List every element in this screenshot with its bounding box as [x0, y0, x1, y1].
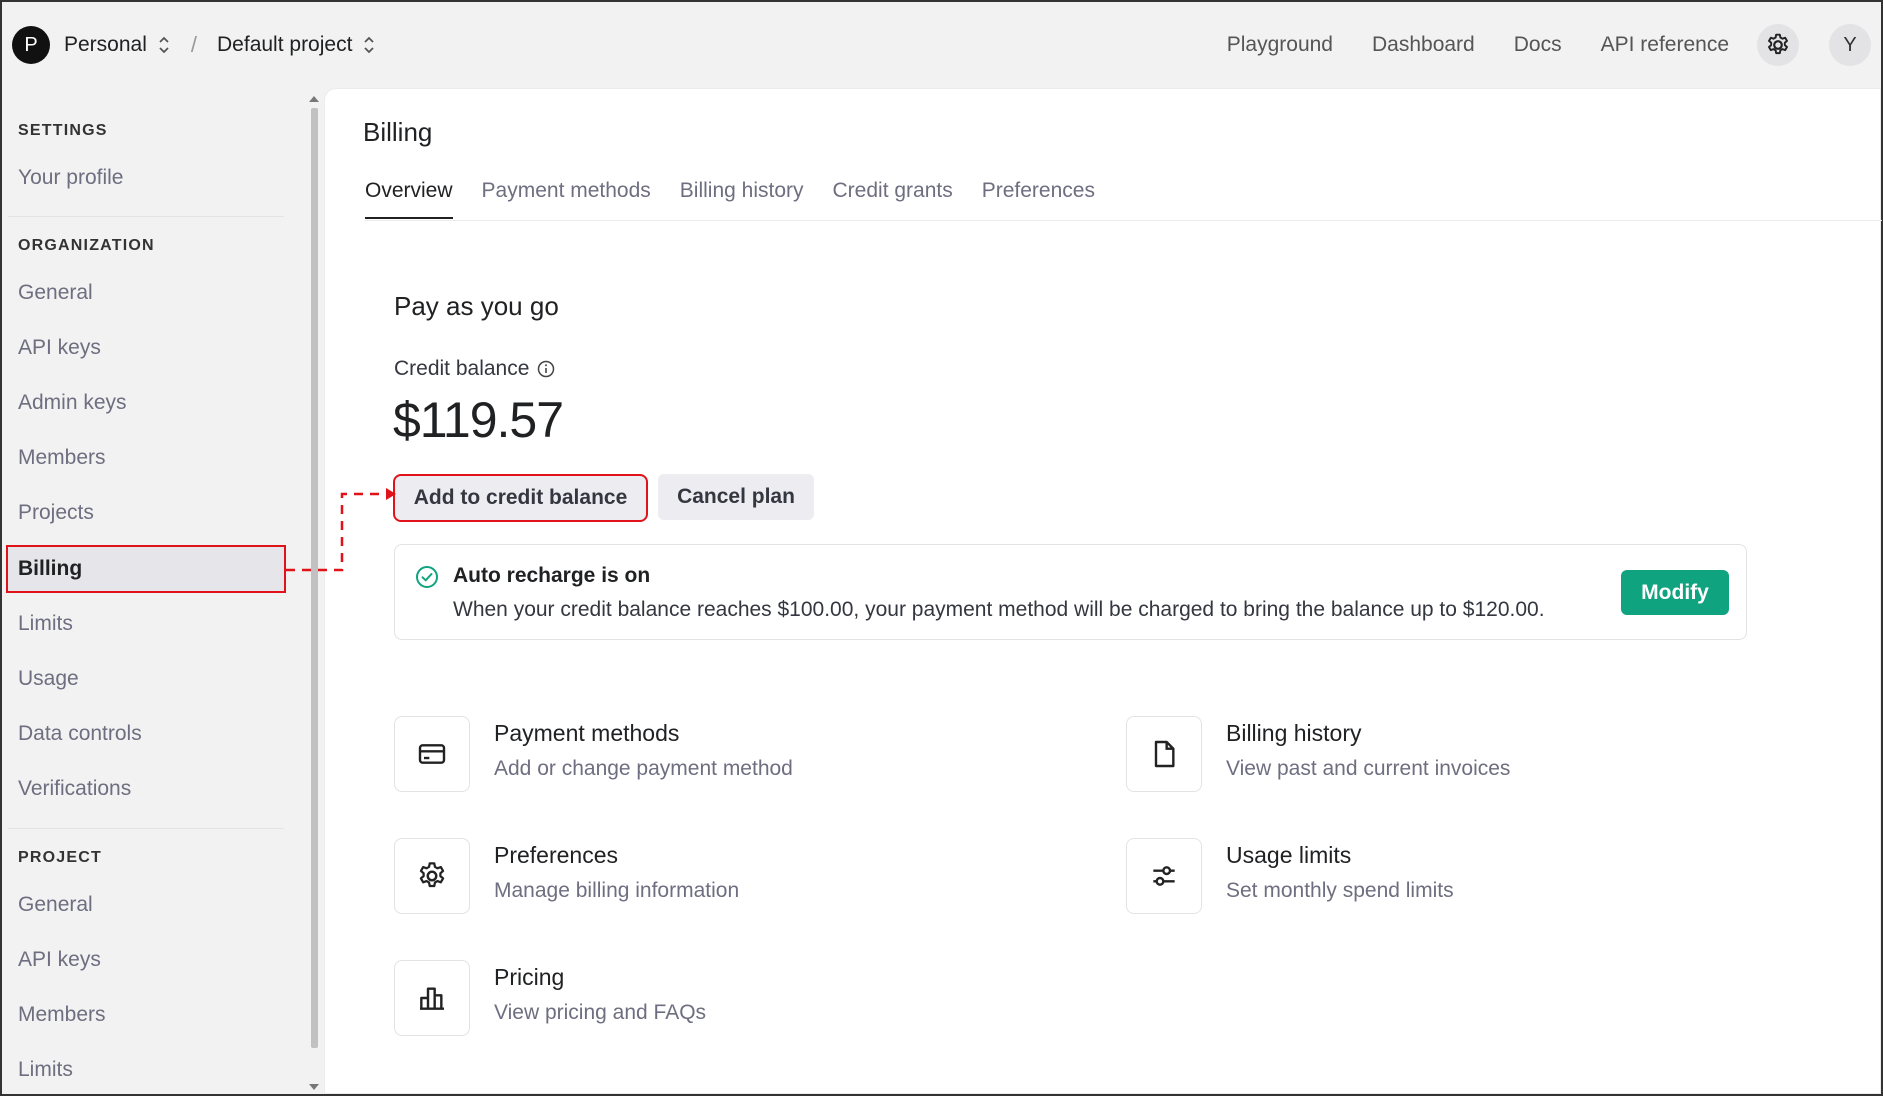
- credit-balance-label-text: Credit balance: [394, 357, 530, 380]
- link-card-payment-methods[interactable]: Payment methods Add or change payment me…: [394, 716, 954, 792]
- sidebar-section-organization: ORGANIZATION: [18, 237, 155, 254]
- link-card-preferences[interactable]: Preferences Manage billing information: [394, 838, 954, 914]
- scroll-thumb[interactable]: [311, 108, 318, 1048]
- sidebar-item-admin-keys[interactable]: Admin keys: [8, 381, 284, 425]
- nav-playground[interactable]: Playground: [1227, 33, 1333, 57]
- top-bar: P Personal / Default project Playground …: [2, 2, 1881, 88]
- sliders-icon: [1153, 866, 1175, 886]
- link-card-icon-box: [394, 960, 470, 1036]
- info-icon[interactable]: [537, 360, 555, 378]
- sidebar-scrollbar[interactable]: [308, 94, 320, 1094]
- check-circle-icon: [416, 566, 438, 588]
- sidebar-item-data-controls[interactable]: Data controls: [8, 712, 284, 756]
- link-card-title: Billing history: [1226, 720, 1362, 746]
- tab-credit-grants[interactable]: Credit grants: [833, 179, 953, 219]
- sidebar-item-general[interactable]: General: [8, 271, 284, 315]
- modify-button[interactable]: Modify: [1621, 570, 1729, 615]
- sidebar-divider: [8, 828, 284, 829]
- plan-title: Pay as you go: [394, 291, 559, 321]
- breadcrumb-separator: /: [190, 32, 198, 57]
- link-card-billing-history[interactable]: Billing history View past and current in…: [1126, 716, 1686, 792]
- sidebar-item-verifications[interactable]: Verifications: [8, 767, 284, 811]
- link-card-description: Set monthly spend limits: [1226, 879, 1454, 902]
- link-card-description: Manage billing information: [494, 879, 740, 902]
- tab-payment-methods[interactable]: Payment methods: [482, 179, 651, 219]
- tab-preferences[interactable]: Preferences: [982, 179, 1095, 219]
- sidebar-item-project-limits[interactable]: Limits: [8, 1048, 284, 1092]
- tab-overview[interactable]: Overview: [365, 179, 453, 219]
- link-card-title: Pricing: [494, 964, 565, 990]
- link-card-icon-box: [1126, 838, 1202, 914]
- sidebar-item-usage[interactable]: Usage: [8, 657, 284, 701]
- auto-recharge-title: Auto recharge is on: [453, 564, 651, 587]
- sidebar-item-api-keys[interactable]: API keys: [8, 326, 284, 370]
- chevron-updown-icon: [364, 36, 375, 54]
- sidebar-item-project-members[interactable]: Members: [8, 993, 284, 1037]
- document-icon: [1154, 740, 1175, 768]
- sidebar-section-project: PROJECT: [18, 849, 102, 866]
- sidebar-item-project-general[interactable]: General: [8, 883, 284, 927]
- scroll-down-arrow[interactable]: [309, 1084, 319, 1090]
- sidebar-divider: [8, 216, 284, 217]
- link-card-title: Payment methods: [494, 720, 680, 746]
- auto-recharge-description: When your credit balance reaches $100.00…: [453, 598, 1545, 621]
- credit-balance-value: $119.57: [393, 392, 564, 448]
- gear-icon: [1768, 33, 1788, 55]
- link-card-description: View pricing and FAQs: [494, 1001, 707, 1024]
- page-title: Billing: [363, 117, 433, 147]
- credit-balance-label: Credit balance: [394, 357, 555, 381]
- link-card-title: Usage limits: [1226, 842, 1352, 868]
- sidebar-item-your-profile[interactable]: Your profile: [8, 156, 284, 200]
- tabs-divider: [365, 220, 1882, 221]
- org-avatar[interactable]: P: [12, 26, 50, 64]
- chevron-updown-icon: [159, 36, 169, 54]
- link-card-description: View past and current invoices: [1226, 757, 1511, 780]
- tab-billing-history[interactable]: Billing history: [680, 179, 804, 219]
- link-card-icon-box: [394, 838, 470, 914]
- link-card-icon-box: [394, 716, 470, 792]
- sidebar-section-settings: SETTINGS: [18, 122, 108, 139]
- credit-card-icon: [418, 744, 446, 764]
- billing-tabs: Overview Payment methods Billing history…: [365, 179, 1124, 219]
- org-name: Personal: [64, 33, 147, 56]
- sidebar-item-members[interactable]: Members: [8, 436, 284, 480]
- project-switcher[interactable]: Default project: [217, 33, 376, 57]
- link-card-pricing[interactable]: Pricing View pricing and FAQs: [394, 960, 954, 1036]
- nav-dashboard[interactable]: Dashboard: [1372, 33, 1475, 57]
- sidebar-item-projects[interactable]: Projects: [8, 491, 284, 535]
- scroll-up-arrow[interactable]: [309, 96, 319, 102]
- sidebar-item-project-api-keys[interactable]: API keys: [8, 938, 284, 982]
- main-panel: Billing Overview Payment methods Billing…: [324, 88, 1882, 1094]
- sidebar: SETTINGS Your profile ORGANIZATION Gener…: [2, 88, 302, 1094]
- link-card-title: Preferences: [494, 842, 619, 868]
- settings-button[interactable]: [1757, 24, 1799, 66]
- link-card-description: Add or change payment method: [494, 757, 793, 780]
- gear-icon: [419, 862, 445, 888]
- sidebar-item-billing[interactable]: Billing: [6, 545, 286, 593]
- cancel-plan-button[interactable]: Cancel plan: [658, 474, 814, 520]
- link-card-icon-box: [1126, 716, 1202, 792]
- nav-docs[interactable]: Docs: [1514, 33, 1562, 57]
- org-switcher[interactable]: Personal: [64, 33, 171, 57]
- user-avatar[interactable]: Y: [1829, 24, 1871, 66]
- project-name: Default project: [217, 33, 353, 56]
- top-nav: Playground Dashboard Docs API reference …: [1188, 24, 1871, 66]
- nav-api-reference[interactable]: API reference: [1601, 33, 1729, 57]
- link-card-usage-limits[interactable]: Usage limits Set monthly spend limits: [1126, 838, 1686, 914]
- sidebar-item-limits[interactable]: Limits: [8, 602, 284, 646]
- add-credit-balance-button[interactable]: Add to credit balance: [393, 474, 648, 522]
- bar-chart-icon: [420, 987, 444, 1010]
- auto-recharge-card: Auto recharge is on When your credit bal…: [394, 544, 1747, 640]
